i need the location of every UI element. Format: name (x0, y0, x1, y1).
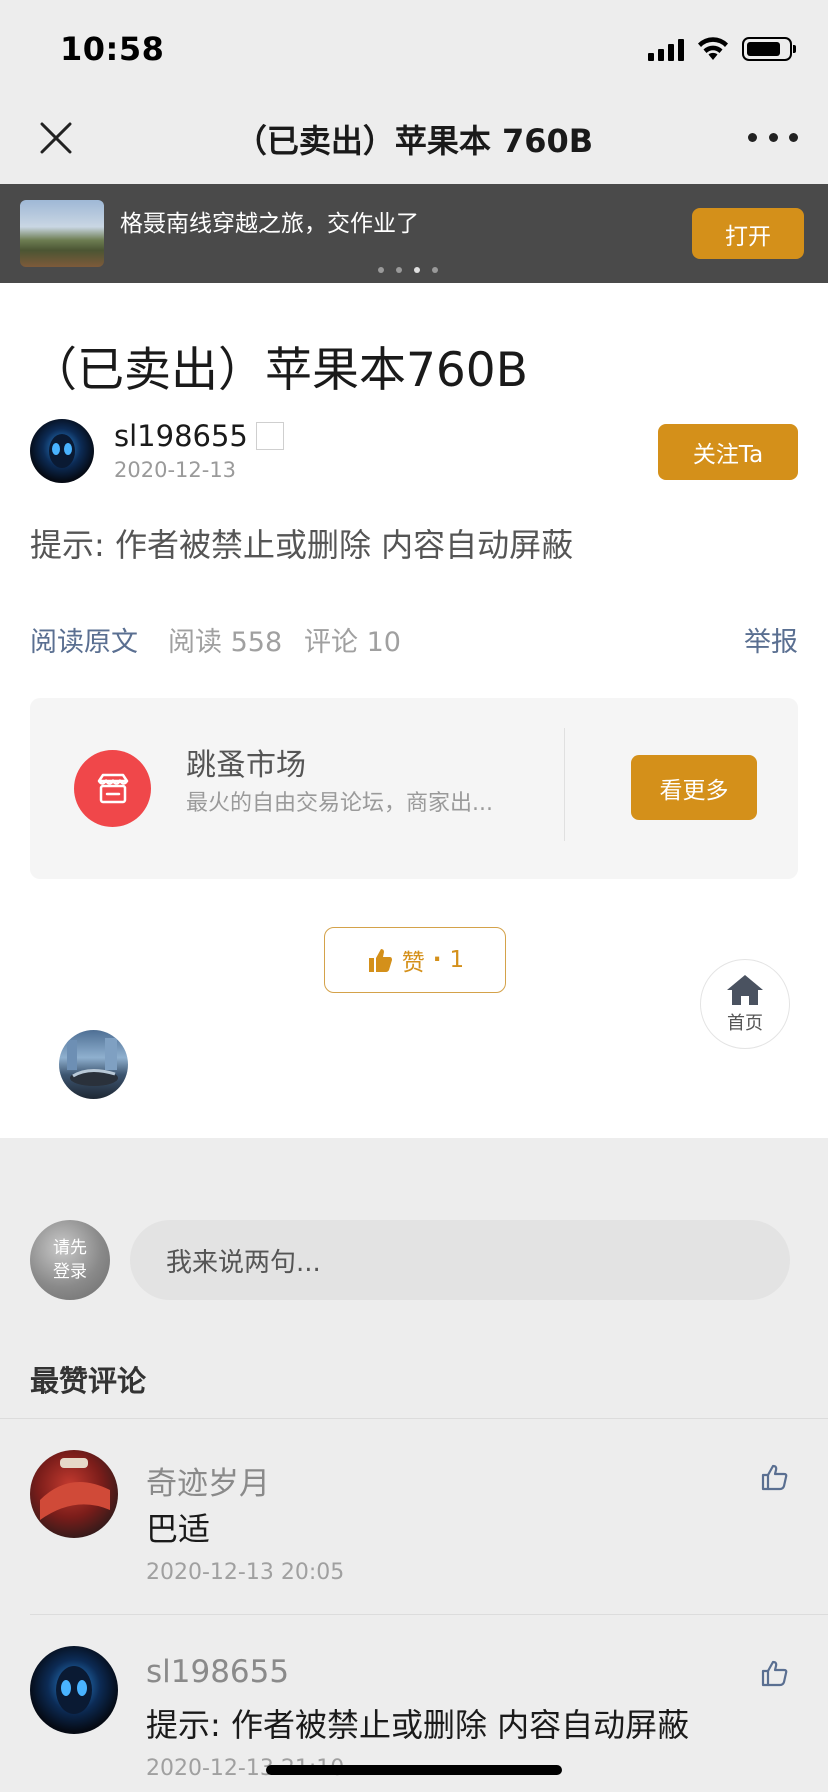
author-name[interactable]: sl198655 (114, 419, 248, 453)
more-icon[interactable] (748, 122, 798, 152)
open-app-button[interactable]: 打开 (692, 208, 804, 259)
pagination-dot (396, 267, 402, 273)
author-avatar[interactable] (30, 419, 94, 483)
commenter-avatar[interactable] (30, 1646, 118, 1734)
article-card: （已卖出）苹果本760B sl198655 2020-12-13 关注Ta 提示… (0, 283, 828, 1138)
top-comments-title: 最赞评论 (30, 1364, 147, 1398)
close-icon[interactable] (34, 116, 78, 160)
post-date: 2020-12-13 (114, 458, 237, 482)
thumbs-up-icon[interactable] (760, 1462, 790, 1492)
battery-icon (742, 37, 796, 61)
divider (0, 1418, 828, 1419)
like-button[interactable]: 赞 · 1 (324, 927, 506, 993)
comment-input[interactable]: 我来说两句... (130, 1220, 790, 1300)
pagination-dot (432, 267, 438, 273)
author-badge-icon (256, 422, 284, 450)
pagination-dot (378, 267, 384, 273)
cellular-signal-icon (648, 37, 684, 61)
banner-thumbnail (20, 200, 104, 267)
commenter-name[interactable]: sl198655 (146, 1654, 289, 1690)
status-icons (648, 36, 796, 62)
read-count: 阅读 558 (168, 627, 283, 658)
login-text-line2: 登录 (53, 1262, 87, 1282)
divider (564, 728, 565, 841)
like-label: 赞 (401, 950, 425, 976)
home-button[interactable]: 首页 (700, 959, 790, 1049)
community-name: 跳蚤市场 (186, 748, 306, 783)
banner-text: 格聂南线穿越之旅，交作业了 (120, 211, 419, 237)
article-title: （已卖出）苹果本760B (30, 343, 528, 398)
page-title: （已卖出）苹果本 760B (234, 122, 594, 160)
shop-icon (74, 750, 151, 827)
comment-time: 2020-12-13 20:05 (146, 1560, 345, 1585)
comment-text: 巴适 (146, 1510, 211, 1548)
status-time: 10:58 (60, 30, 165, 68)
community-description: 最火的自由交易论坛，商家出... (186, 791, 493, 816)
banner-pagination (378, 267, 438, 273)
liker-avatar[interactable] (59, 1030, 128, 1099)
article-body: 提示: 作者被禁止或删除 内容自动屏蔽 (30, 526, 574, 564)
home-label: 首页 (727, 1013, 763, 1034)
like-count: 1 (449, 947, 465, 973)
report-link[interactable]: 举报 (744, 620, 798, 659)
see-more-button[interactable]: 看更多 (631, 755, 757, 820)
thumbs-up-icon (368, 949, 392, 972)
divider (30, 1614, 828, 1615)
thumbs-up-icon[interactable] (760, 1658, 790, 1688)
read-original-link[interactable]: 阅读原文 (30, 620, 138, 659)
home-indicator (266, 1765, 562, 1775)
nav-bar: （已卖出）苹果本 760B (0, 92, 828, 184)
home-icon (727, 975, 763, 1005)
login-text-line1: 请先 (53, 1238, 87, 1258)
status-bar: 10:58 (0, 0, 828, 92)
commenter-name[interactable]: 奇迹岁月 (146, 1458, 270, 1503)
comment-count: 评论 10 (304, 627, 401, 658)
commenter-avatar[interactable] (30, 1450, 118, 1538)
login-avatar[interactable]: 请先 登录 (30, 1220, 110, 1300)
pagination-dot-active (414, 267, 420, 273)
comment-text: 提示: 作者被禁止或删除 内容自动屏蔽 (146, 1706, 690, 1744)
wifi-icon (698, 37, 728, 60)
follow-button[interactable]: 关注Ta (658, 424, 798, 480)
like-separator: · (432, 947, 442, 973)
community-card[interactable]: 跳蚤市场 最火的自由交易论坛，商家出... 看更多 (30, 698, 798, 879)
